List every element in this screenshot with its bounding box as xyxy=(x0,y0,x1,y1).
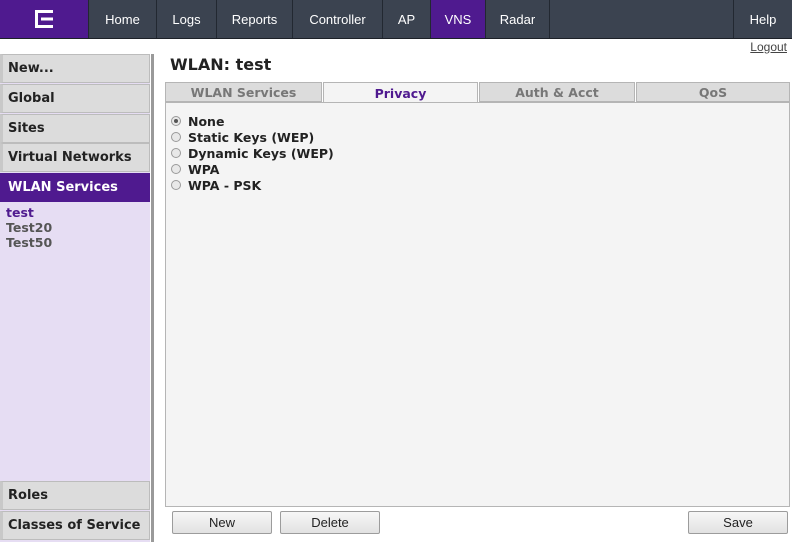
radio-static-keys-wep[interactable] xyxy=(171,132,181,142)
delete-button[interactable]: Delete xyxy=(280,511,380,534)
sidebar-divider[interactable] xyxy=(151,54,154,542)
wlan-list-item-test20[interactable]: Test20 xyxy=(6,220,52,235)
nav-tab-ap[interactable]: AP xyxy=(382,0,430,38)
sidebar-item-sites[interactable]: Sites xyxy=(0,114,150,143)
privacy-option-label: WPA - PSK xyxy=(188,177,262,193)
radio-wpa[interactable] xyxy=(171,164,181,174)
sidebar-item-virtual-networks[interactable]: Virtual Networks xyxy=(0,143,150,172)
top-nav-bar: Home Logs Reports Controller AP VNS Rada… xyxy=(0,0,792,39)
tab-privacy[interactable]: Privacy xyxy=(323,82,478,104)
sidebar-item-classes-of-service[interactable]: Classes of Service xyxy=(0,511,150,540)
privacy-option-static-keys-wep[interactable]: Static Keys (WEP) xyxy=(171,129,314,145)
privacy-option-label: Static Keys (WEP) xyxy=(188,129,315,145)
privacy-option-wpa-psk[interactable]: WPA - PSK xyxy=(171,177,261,193)
tab-wlan-services[interactable]: WLAN Services xyxy=(165,82,322,102)
privacy-option-dynamic-keys-wep[interactable]: Dynamic Keys (WEP) xyxy=(171,145,334,161)
nav-tab-radar[interactable]: Radar xyxy=(485,0,550,38)
radio-wpa-psk[interactable] xyxy=(171,180,181,190)
radio-none[interactable] xyxy=(171,116,181,126)
privacy-option-label: Dynamic Keys (WEP) xyxy=(188,145,334,161)
new-button[interactable]: New xyxy=(172,511,272,534)
privacy-option-label: None xyxy=(188,113,225,129)
nav-tab-logs[interactable]: Logs xyxy=(156,0,216,38)
sidebar-item-roles[interactable]: Roles xyxy=(0,481,150,510)
privacy-option-none[interactable]: None xyxy=(171,113,224,129)
sidebar-item-new[interactable]: New... xyxy=(0,54,150,83)
logout-link[interactable]: Logout xyxy=(750,40,787,54)
radio-dynamic-keys-wep[interactable] xyxy=(171,148,181,158)
extreme-logo[interactable] xyxy=(0,0,88,38)
privacy-option-label: WPA xyxy=(188,161,220,177)
save-button[interactable]: Save xyxy=(688,511,788,534)
sidebar: New... Global Sites Virtual Networks WLA… xyxy=(0,54,150,542)
nav-tab-help[interactable]: Help xyxy=(733,0,792,38)
sidebar-item-global[interactable]: Global xyxy=(0,84,150,113)
wlan-list-item-test[interactable]: test xyxy=(6,205,34,220)
page-title: WLAN: test xyxy=(170,55,272,74)
tab-auth-acct[interactable]: Auth & Acct xyxy=(479,82,635,102)
nav-tab-home[interactable]: Home xyxy=(88,0,156,38)
nav-tab-controller[interactable]: Controller xyxy=(292,0,382,38)
logo-icon xyxy=(35,10,53,28)
nav-tab-reports[interactable]: Reports xyxy=(216,0,292,38)
privacy-option-wpa[interactable]: WPA xyxy=(171,161,219,177)
tab-qos[interactable]: QoS xyxy=(636,82,790,102)
wlan-list-item-test50[interactable]: Test50 xyxy=(6,235,52,250)
nav-tab-vns[interactable]: VNS xyxy=(430,0,485,38)
privacy-panel xyxy=(165,102,790,507)
sidebar-item-wlan-services[interactable]: WLAN Services xyxy=(0,173,150,202)
